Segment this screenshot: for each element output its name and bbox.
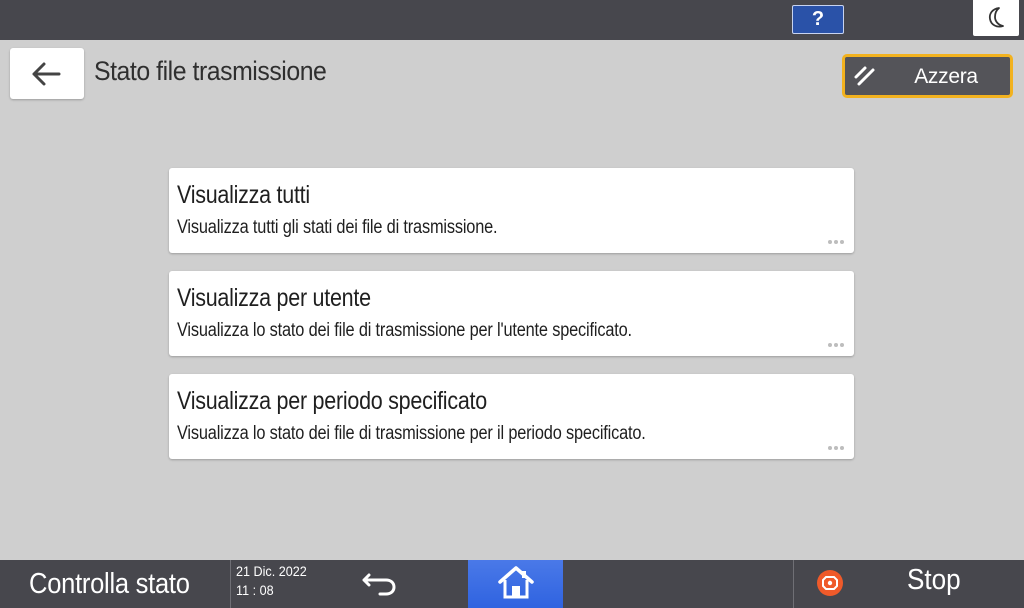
- help-button[interactable]: ?: [792, 5, 844, 34]
- date-text: 21 Dic. 2022: [236, 563, 307, 579]
- option-description: Visualizza lo stato dei file di trasmiss…: [177, 320, 632, 341]
- bottom-bar: Controlla stato 21 Dic. 2022 11 : 08 Sto…: [0, 560, 1024, 608]
- undo-arrow-icon: [362, 573, 396, 596]
- option-title: Visualizza per periodo specificato: [177, 387, 487, 415]
- time-text: 11 : 08: [236, 582, 274, 598]
- option-view-by-period[interactable]: Visualizza per periodo specificato Visua…: [169, 374, 854, 459]
- option-description: Visualizza tutti gli stati dei file di t…: [177, 217, 498, 238]
- energy-saver-button[interactable]: [973, 0, 1019, 36]
- reset-icon: [854, 66, 875, 86]
- top-status-bar: ?: [0, 0, 1024, 40]
- option-description: Visualizza lo stato dei file di trasmiss…: [177, 423, 646, 444]
- undo-button[interactable]: [358, 566, 402, 602]
- back-button[interactable]: [10, 48, 84, 99]
- option-title: Visualizza per utente: [177, 284, 371, 312]
- home-button[interactable]: [468, 560, 563, 608]
- check-status-button[interactable]: Controlla stato: [0, 560, 202, 608]
- date-time: 21 Dic. 2022 11 : 08: [236, 562, 307, 600]
- stop-button[interactable]: Stop: [794, 560, 1024, 608]
- back-arrow-icon: [32, 62, 61, 86]
- reset-button[interactable]: Azzera: [842, 54, 1013, 98]
- stop-icon: [817, 570, 843, 596]
- stop-label: Stop: [907, 564, 961, 596]
- home-icon: [498, 566, 534, 599]
- option-view-by-user[interactable]: Visualizza per utente Visualizza lo stat…: [169, 271, 854, 356]
- divider: [230, 560, 231, 608]
- more-dots-icon: [828, 343, 846, 347]
- option-view-all[interactable]: Visualizza tutti Visualizza tutti gli st…: [169, 168, 854, 253]
- option-title: Visualizza tutti: [177, 181, 310, 209]
- page-title: Stato file trasmissione: [94, 56, 327, 86]
- moon-icon: [988, 7, 1004, 28]
- more-dots-icon: [828, 446, 846, 450]
- more-dots-icon: [828, 240, 846, 244]
- reset-button-label: Azzera: [914, 65, 978, 88]
